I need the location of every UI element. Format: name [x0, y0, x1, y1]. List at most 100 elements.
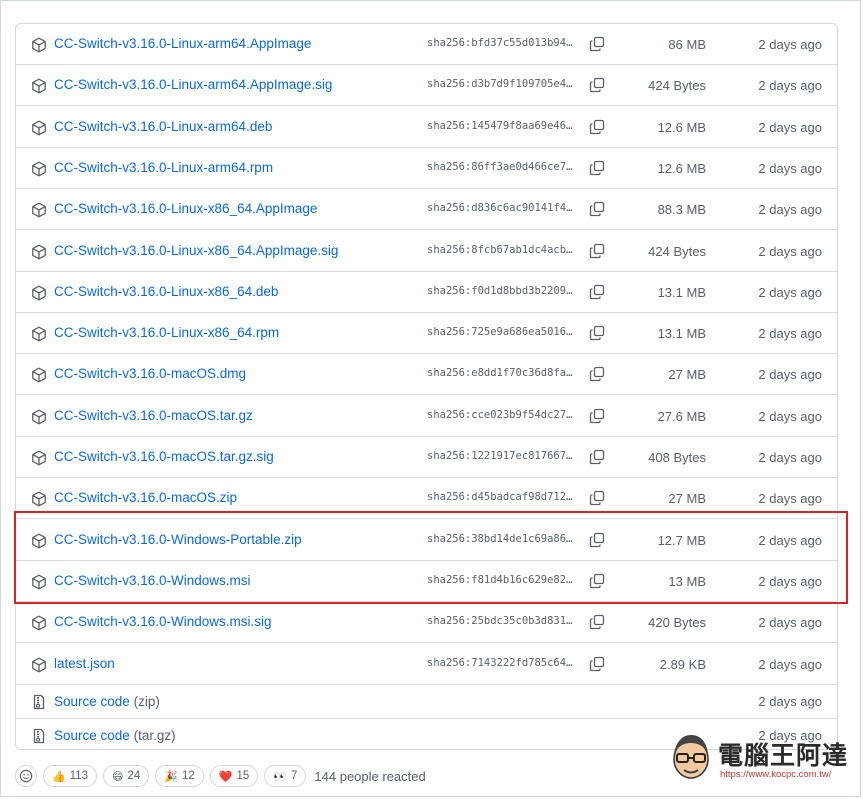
asset-download-link[interactable]: latest.json	[54, 656, 115, 671]
reactions-bar: 👍 113 😄 24 🎉 12 ❤️ 15 👀 7 144 people reacted	[15, 764, 426, 788]
copy-icon[interactable]	[589, 449, 605, 465]
add-reaction-button[interactable]	[15, 765, 37, 787]
asset-size: 12.7 MB	[657, 532, 706, 548]
package-icon	[31, 326, 47, 342]
asset-size: 408 Bytes	[648, 450, 706, 465]
copy-icon[interactable]	[589, 656, 605, 672]
package-icon	[31, 37, 47, 53]
asset-row: CC-Switch-v3.16.0-macOS.tar.gz sha256:cce…	[16, 396, 837, 437]
copy-icon[interactable]	[589, 77, 605, 93]
asset-download-link[interactable]: CC-Switch-v3.16.0-Windows.msi	[54, 573, 251, 588]
reaction-count: 24	[127, 770, 141, 782]
asset-size: 13.1 MB	[657, 326, 706, 342]
asset-sha256: sha256:7143222fd785c64d...	[427, 656, 577, 669]
source-code-link[interactable]: Source code (zip)	[54, 694, 160, 709]
reaction-count: 12	[182, 770, 195, 782]
copy-icon[interactable]	[589, 408, 605, 424]
copy-icon[interactable]	[589, 366, 605, 382]
asset-size: 86 MB	[668, 37, 706, 52]
asset-row: CC-Switch-v3.16.0-Linux-arm64.AppImage sh…	[16, 24, 837, 65]
asset-download-link[interactable]: CC-Switch-v3.16.0-Linux-arm64.AppImage	[54, 36, 311, 51]
asset-download-link[interactable]: CC-Switch-v3.16.0-Linux-arm64.deb	[54, 119, 272, 134]
asset-sha256: sha256:145479f8aa69e462...	[427, 119, 577, 132]
asset-download-link[interactable]: CC-Switch-v3.16.0-macOS.tar.gz	[54, 408, 253, 423]
heart-icon: ❤️	[218, 770, 233, 783]
asset-row: CC-Switch-v3.16.0-macOS.tar.gz.sig sha256…	[16, 437, 837, 478]
asset-download-link[interactable]: CC-Switch-v3.16.0-Linux-arm64.rpm	[54, 160, 273, 175]
asset-size: 12.6 MB	[657, 160, 706, 176]
asset-date: 2 days ago	[758, 284, 822, 300]
asset-download-link[interactable]: CC-Switch-v3.16.0-Windows.msi.sig	[54, 614, 272, 629]
copy-icon[interactable]	[589, 160, 605, 176]
asset-sha256: sha256:38bd14de1c69a865...	[427, 532, 577, 545]
copy-icon[interactable]	[589, 532, 605, 548]
package-icon	[31, 202, 47, 218]
source-code-link[interactable]: Source code (tar.gz)	[54, 728, 176, 743]
copy-icon[interactable]	[589, 614, 605, 630]
release-assets-list: CC-Switch-v3.16.0-Linux-arm64.AppImage sh…	[15, 23, 838, 750]
package-icon	[31, 615, 47, 631]
asset-size: 12.6 MB	[657, 119, 706, 135]
copy-icon[interactable]	[589, 201, 605, 217]
asset-size: 27 MB	[668, 491, 706, 507]
asset-row: CC-Switch-v3.16.0-Linux-arm64.deb sha256:…	[16, 107, 837, 148]
asset-date: 2 days ago	[758, 119, 822, 135]
asset-sha256: sha256:25bdc35c0b3d831c...	[427, 615, 577, 628]
asset-sha256: sha256:86ff3ae0d466ce76...	[427, 160, 577, 173]
reaction-eyes-button[interactable]: 👀 7	[264, 765, 307, 787]
watermark-logo: 電腦王阿達 https://www.kocpc.com.tw/	[668, 729, 854, 787]
asset-download-link[interactable]: CC-Switch-v3.16.0-Windows-Portable.zip	[54, 532, 302, 547]
asset-download-link[interactable]: CC-Switch-v3.16.0-macOS.zip	[54, 490, 237, 505]
source-code-label: Source code	[54, 693, 130, 709]
asset-sha256: sha256:8fcb67ab1dc4acb3...	[427, 243, 577, 256]
asset-download-link[interactable]: CC-Switch-v3.16.0-Linux-x86_64.AppImage	[54, 201, 317, 216]
asset-date: 2 days ago	[758, 491, 822, 507]
reaction-hooray-button[interactable]: 🎉 12	[155, 765, 204, 787]
asset-row: CC-Switch-v3.16.0-Linux-x86_64.deb sha256…	[16, 272, 837, 313]
asset-row: latest.json sha256:7143222fd785c64d... 2.8…	[16, 644, 837, 685]
copy-icon[interactable]	[589, 573, 605, 589]
asset-size: 2.89 KB	[659, 656, 706, 672]
asset-date: 2 days ago	[758, 450, 822, 465]
asset-date: 2 days ago	[758, 573, 822, 589]
asset-download-link[interactable]: CC-Switch-v3.16.0-Linux-x86_64.deb	[54, 284, 278, 299]
asset-download-link[interactable]: CC-Switch-v3.16.0-Linux-arm64.AppImage.s…	[54, 77, 332, 92]
asset-sha256: sha256:f81d4b16c629e824...	[427, 573, 577, 586]
package-icon	[31, 409, 47, 425]
asset-size: 13.1 MB	[657, 284, 706, 300]
reaction-thumbs-up-button[interactable]: 👍 113	[43, 765, 98, 787]
asset-download-link[interactable]: CC-Switch-v3.16.0-macOS.tar.gz.sig	[54, 449, 274, 464]
asset-date: 2 days ago	[758, 160, 822, 176]
asset-sha256: sha256:d45badcaf98d712c...	[427, 491, 577, 504]
asset-date: 2 days ago	[758, 78, 822, 94]
copy-icon[interactable]	[589, 36, 605, 52]
reaction-heart-button[interactable]: ❤️ 15	[209, 765, 259, 787]
asset-download-link[interactable]: CC-Switch-v3.16.0-Linux-x86_64.rpm	[54, 325, 279, 340]
package-icon	[31, 450, 47, 466]
asset-row: CC-Switch-v3.16.0-Linux-arm64.rpm sha256:…	[16, 148, 837, 189]
reactions-summary: 144 people reacted	[314, 768, 426, 784]
asset-row: CC-Switch-v3.16.0-Windows-Portable.zip sh…	[16, 520, 837, 561]
reaction-laugh-button[interactable]: 😄 24	[103, 765, 150, 787]
copy-icon[interactable]	[589, 284, 605, 300]
asset-sha256: sha256:1221917ec817667e...	[427, 450, 577, 462]
package-icon	[31, 244, 47, 260]
watermark-title: 電腦王阿達	[718, 741, 849, 770]
file-zip-icon	[31, 728, 47, 744]
copy-icon[interactable]	[589, 490, 605, 506]
copy-icon[interactable]	[589, 325, 605, 341]
reaction-count: 7	[291, 770, 298, 782]
asset-size: 13 MB	[668, 573, 706, 589]
copy-icon[interactable]	[589, 243, 605, 259]
smiley-icon	[19, 769, 33, 783]
package-icon	[31, 533, 47, 549]
source-code-row: Source code (zip) 2 days ago	[16, 685, 837, 719]
asset-date: 2 days ago	[758, 615, 822, 631]
asset-download-link[interactable]: CC-Switch-v3.16.0-Linux-x86_64.AppImage.…	[54, 243, 338, 258]
asset-sha256: sha256:e8dd1f70c36d8fa4...	[427, 367, 577, 380]
eyes-icon: 👀	[273, 770, 288, 783]
asset-download-link[interactable]: CC-Switch-v3.16.0-macOS.dmg	[54, 366, 246, 381]
copy-icon[interactable]	[589, 119, 605, 135]
asset-size: 27.6 MB	[657, 408, 706, 424]
asset-date: 2 days ago	[758, 656, 822, 672]
